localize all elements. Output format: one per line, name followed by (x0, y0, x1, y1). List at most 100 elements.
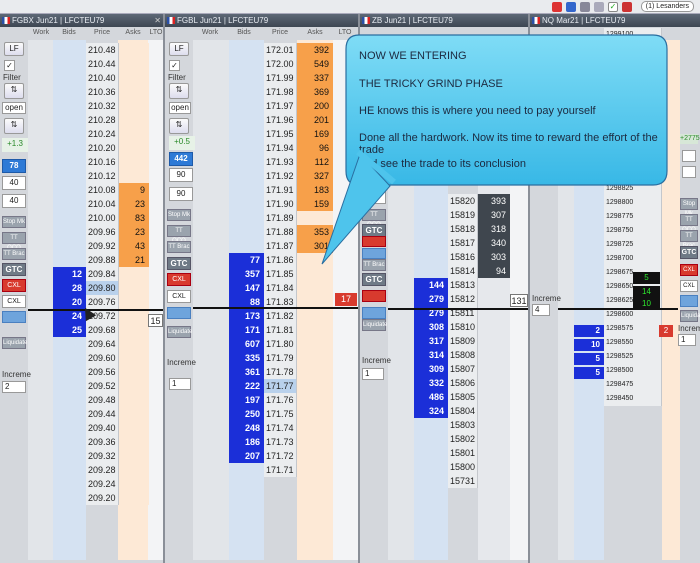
price-cell[interactable]: 210.40 (86, 71, 119, 85)
bid-cell[interactable]: 279 (414, 292, 448, 306)
ask-cell[interactable]: 83 (119, 211, 149, 225)
ask-cell[interactable] (297, 435, 333, 449)
price-cell[interactable]: 210.12 (86, 169, 119, 183)
work-column[interactable] (28, 40, 53, 560)
bid-cell[interactable]: 171 (229, 323, 264, 337)
stop-market-button[interactable]: Stop Mk (680, 198, 698, 217)
col-header-work[interactable]: Work (29, 28, 53, 38)
gtc-button[interactable]: GTC (680, 246, 698, 259)
price-cell[interactable]: 210.20 (86, 141, 119, 155)
ask-cell[interactable] (478, 278, 510, 292)
col-header-bids[interactable]: Bids (53, 28, 85, 38)
bid-cell[interactable] (414, 418, 448, 432)
col-header-bids[interactable]: Bids (227, 28, 261, 38)
bid-cell[interactable]: 5 (574, 367, 604, 379)
ask-cell[interactable] (119, 85, 149, 99)
ask-cell[interactable]: 21 (119, 253, 149, 267)
account-dropdown[interactable]: ⇅ (4, 118, 24, 134)
ask-cell[interactable]: 23 (119, 225, 149, 239)
price-cell[interactable]: 171.88 (264, 225, 297, 239)
bid-cell[interactable]: 317 (414, 334, 448, 348)
bid-cell[interactable] (229, 463, 264, 477)
bid-cell[interactable] (229, 141, 264, 155)
increment-input[interactable]: 1 (169, 378, 191, 390)
bid-cell[interactable] (414, 446, 448, 460)
price-cell[interactable]: 171.95 (264, 127, 297, 141)
work-column[interactable] (193, 40, 229, 560)
price-cell[interactable]: 209.92 (86, 239, 119, 253)
bid-cell[interactable] (229, 183, 264, 197)
bid-cell[interactable]: 10 (574, 339, 604, 351)
price-cell[interactable]: 209.40 (86, 421, 119, 435)
price-cell[interactable]: 172.01 (264, 43, 297, 57)
price-cell[interactable]: 171.74 (264, 421, 297, 435)
ask-cell[interactable]: 369 (297, 85, 333, 99)
bid-cell[interactable] (229, 225, 264, 239)
ask-cell[interactable] (297, 449, 333, 463)
blue-action-button-2[interactable] (362, 307, 386, 319)
stop-market-button[interactable]: Stop Mk (167, 209, 191, 221)
col-header-price[interactable]: Price (86, 28, 118, 38)
price-cell[interactable]: 171.84 (264, 281, 297, 295)
ask-cell[interactable] (119, 295, 149, 309)
ask-cell[interactable] (119, 407, 149, 421)
bid-cell[interactable] (53, 141, 86, 155)
price-cell[interactable]: 1298500 (604, 364, 662, 378)
tt-bracket-button[interactable]: TT Brac (2, 248, 26, 260)
bid-cell[interactable] (53, 365, 86, 379)
bid-cell[interactable] (53, 197, 86, 211)
price-cell[interactable]: 209.88 (86, 253, 119, 267)
ask-cell[interactable] (297, 421, 333, 435)
ask-cell[interactable]: 549 (297, 57, 333, 71)
ask-cell[interactable] (478, 292, 510, 306)
ask-cell[interactable] (119, 351, 149, 365)
ask-cell[interactable]: 200 (297, 99, 333, 113)
price-cell[interactable]: 1298800 (604, 196, 662, 210)
bid-cell[interactable] (53, 407, 86, 421)
price-cell[interactable]: 1298600 (604, 308, 662, 322)
ask-cell[interactable] (478, 432, 510, 446)
bid-cell[interactable] (229, 239, 264, 253)
price-cell[interactable]: 172.00 (264, 57, 297, 71)
ask-cell[interactable] (119, 323, 149, 337)
price-cell[interactable]: 1298450 (604, 392, 662, 406)
ask-cell[interactable] (478, 334, 510, 348)
ask-cell[interactable] (119, 281, 149, 295)
price-cell[interactable]: 209.32 (86, 449, 119, 463)
ask-cell[interactable] (297, 309, 333, 323)
bid-cell[interactable]: 250 (229, 407, 264, 421)
bid-cell[interactable] (53, 127, 86, 141)
ask-cell[interactable] (478, 320, 510, 334)
tt-oco-button[interactable]: TT OCO (680, 214, 698, 233)
bid-cell[interactable]: 248 (229, 421, 264, 435)
price-cell[interactable]: 15804 (448, 404, 478, 418)
price-cell[interactable]: 1298725 (604, 238, 662, 252)
ask-cell[interactable] (478, 446, 510, 460)
ask-cell[interactable] (119, 435, 149, 449)
ask-cell[interactable]: 340 (478, 236, 510, 250)
price-cell[interactable]: 15816 (448, 250, 478, 264)
price-cell[interactable]: 171.76 (264, 393, 297, 407)
price-cell[interactable]: 171.80 (264, 337, 297, 351)
price-cell[interactable]: 171.94 (264, 141, 297, 155)
blue-action-button[interactable] (167, 307, 191, 319)
price-cell[interactable]: 1298525 (604, 350, 662, 364)
price-cell[interactable]: 171.85 (264, 267, 297, 281)
liquidate-button[interactable]: Liquidate (680, 310, 700, 322)
price-cell[interactable]: 171.73 (264, 435, 297, 449)
ask-cell[interactable] (297, 351, 333, 365)
bid-cell[interactable] (53, 337, 86, 351)
gtc-button[interactable]: GTC (167, 257, 191, 270)
price-cell[interactable]: 171.77 (264, 379, 297, 393)
price-cell[interactable]: 15801 (448, 446, 478, 460)
user-button[interactable]: (1) Lesanders (640, 1, 694, 12)
increment-input[interactable]: 1 (362, 368, 384, 380)
ask-cell[interactable] (478, 390, 510, 404)
bid-cell[interactable] (229, 99, 264, 113)
alert-icon[interactable] (552, 2, 562, 12)
ask-cell[interactable] (297, 379, 333, 393)
price-cell[interactable]: 209.56 (86, 365, 119, 379)
ask-cell[interactable] (119, 71, 149, 85)
ask-cell[interactable]: 318 (478, 222, 510, 236)
qty-dropdown[interactable]: ⇅ (169, 83, 189, 99)
